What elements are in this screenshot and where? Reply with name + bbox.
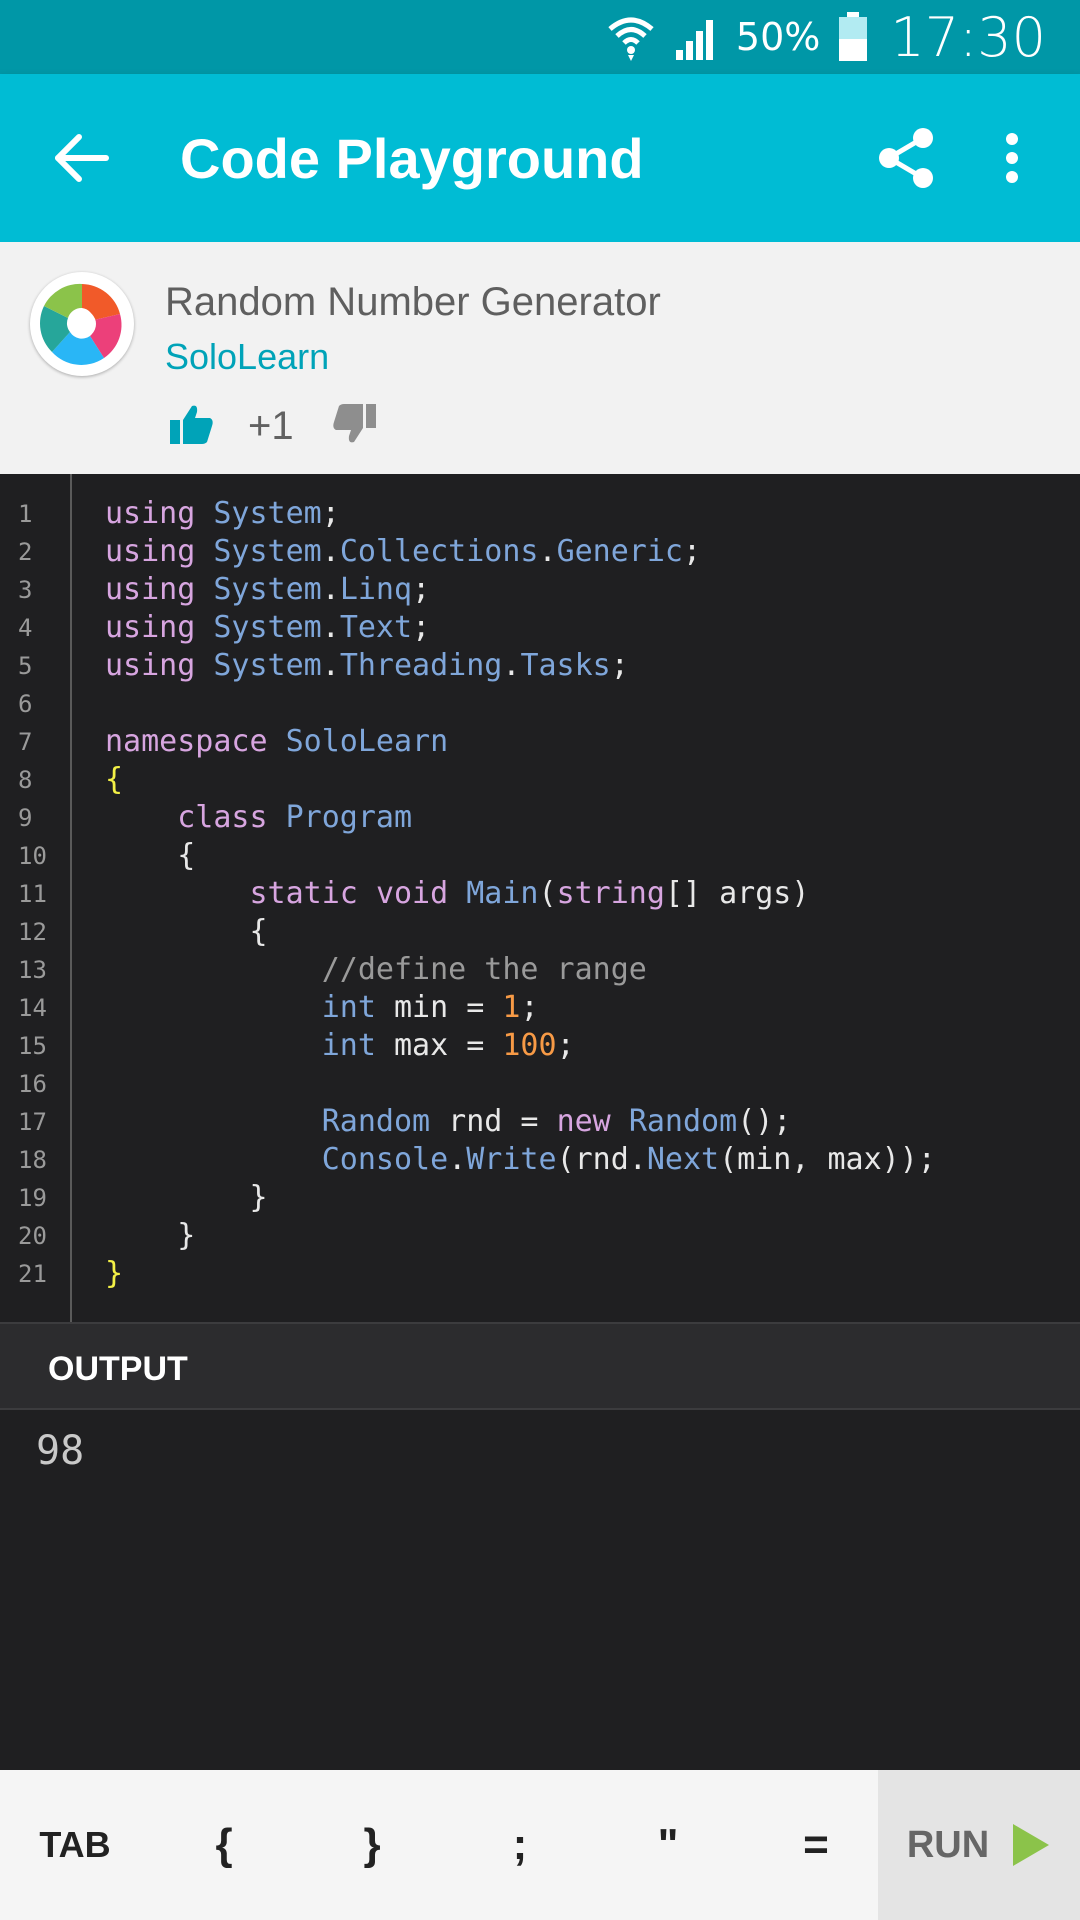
share-icon [879, 128, 933, 188]
thumb-down-icon [332, 404, 376, 443]
play-icon [1013, 1824, 1050, 1866]
code-line: using System.Threading.Tasks; [105, 648, 629, 683]
code-line: //define the range [321, 952, 647, 987]
line-number: 18 [18, 1146, 47, 1174]
code-line: Random rnd = new Random(); [321, 1104, 792, 1139]
line-number: 1 [18, 500, 33, 528]
output-header: OUTPUT [0, 1322, 1080, 1410]
author-link[interactable]: SoloLearn [165, 336, 329, 378]
wifi-icon [606, 13, 656, 61]
more-options-button[interactable] [972, 118, 1052, 198]
symbol-toolbar: TAB { } ; " = RUN [0, 1770, 1080, 1920]
line-number: 13 [18, 956, 47, 984]
line-number: 15 [18, 1032, 47, 1060]
code-line: using System.Linq; [105, 572, 431, 607]
more-vert-icon [1006, 133, 1018, 183]
line-number: 19 [18, 1184, 47, 1212]
line-number: 2 [18, 538, 33, 566]
code-line: namespace SoloLearn [105, 724, 449, 759]
arrow-back-icon [55, 134, 109, 182]
code-line: } [105, 1180, 268, 1215]
line-number-gutter: 1 2 3 4 5 6 7 8 9 10 11 12 13 14 15 16 17 18 19 20 21 [0, 474, 72, 1322]
app-bar: Code Playground [0, 74, 1080, 242]
line-number: 17 [18, 1108, 47, 1136]
run-label: RUN [906, 1823, 990, 1866]
line-number: 4 [18, 614, 33, 642]
quote-key[interactable]: " [594, 1770, 742, 1920]
close-brace-key[interactable]: } [298, 1770, 446, 1920]
code-line: int min = 1; [321, 990, 539, 1025]
share-button[interactable] [866, 118, 946, 198]
code-line: using System.Text; [105, 610, 431, 645]
status-bar: 50% 17:30 [0, 0, 1080, 74]
back-button[interactable] [42, 118, 122, 198]
avatar[interactable] [30, 272, 134, 376]
code-line: static void Main(string[] args) [249, 876, 810, 911]
line-number: 11 [18, 880, 47, 908]
output-panel: 98 [0, 1410, 1080, 1770]
tab-key[interactable]: TAB [0, 1770, 150, 1920]
vote-count: +1 [248, 404, 294, 448]
downvote-button[interactable] [332, 402, 376, 451]
code-line: int max = 100; [321, 1028, 575, 1063]
line-number: 16 [18, 1070, 47, 1098]
battery-icon [838, 12, 868, 62]
run-button[interactable]: RUN [878, 1770, 1080, 1920]
upvote-button[interactable] [170, 402, 214, 451]
open-brace-key[interactable]: { [150, 1770, 298, 1920]
line-number: 10 [18, 842, 47, 870]
output-label: OUTPUT [48, 1350, 188, 1388]
line-number: 9 [18, 804, 33, 832]
line-number: 8 [18, 766, 33, 794]
vote-row: +1 [170, 402, 376, 451]
code-editor[interactable]: 1 2 3 4 5 6 7 8 9 10 11 12 13 14 15 16 17 18 19 20 21 using … [0, 474, 1080, 1322]
line-number: 21 [18, 1260, 47, 1288]
sololearn-logo-icon [38, 280, 126, 368]
line-number: 7 [18, 728, 33, 756]
code-title: Random Number Generator [165, 280, 661, 324]
status-time: 17:30 [890, 5, 1046, 69]
thumb-up-icon [170, 405, 213, 444]
page-title: Code Playground [180, 126, 644, 190]
code-line: using System.Collections.Generic; [105, 534, 702, 569]
battery-percent: 50% [735, 15, 821, 59]
code-line: } [105, 1218, 196, 1253]
line-number: 5 [18, 652, 33, 680]
code-header: Random Number Generator SoloLearn +1 [0, 242, 1080, 474]
line-number: 12 [18, 918, 47, 946]
equals-key[interactable]: = [742, 1770, 890, 1920]
semicolon-key[interactable]: ; [446, 1770, 594, 1920]
code-line: { [105, 762, 124, 797]
line-number: 14 [18, 994, 47, 1022]
code-line: { [105, 914, 268, 949]
line-number: 6 [18, 690, 33, 718]
signal-icon [674, 14, 718, 60]
line-number: 20 [18, 1222, 47, 1250]
code-line: { [105, 838, 196, 873]
code-line: } [105, 1256, 124, 1291]
code-line: Console.Write(rnd.Next(min, max)); [321, 1142, 936, 1177]
code-line: using System; [105, 496, 340, 531]
line-number: 3 [18, 576, 33, 604]
code-line: class Program [177, 800, 413, 835]
output-text: 98 [36, 1428, 85, 1474]
